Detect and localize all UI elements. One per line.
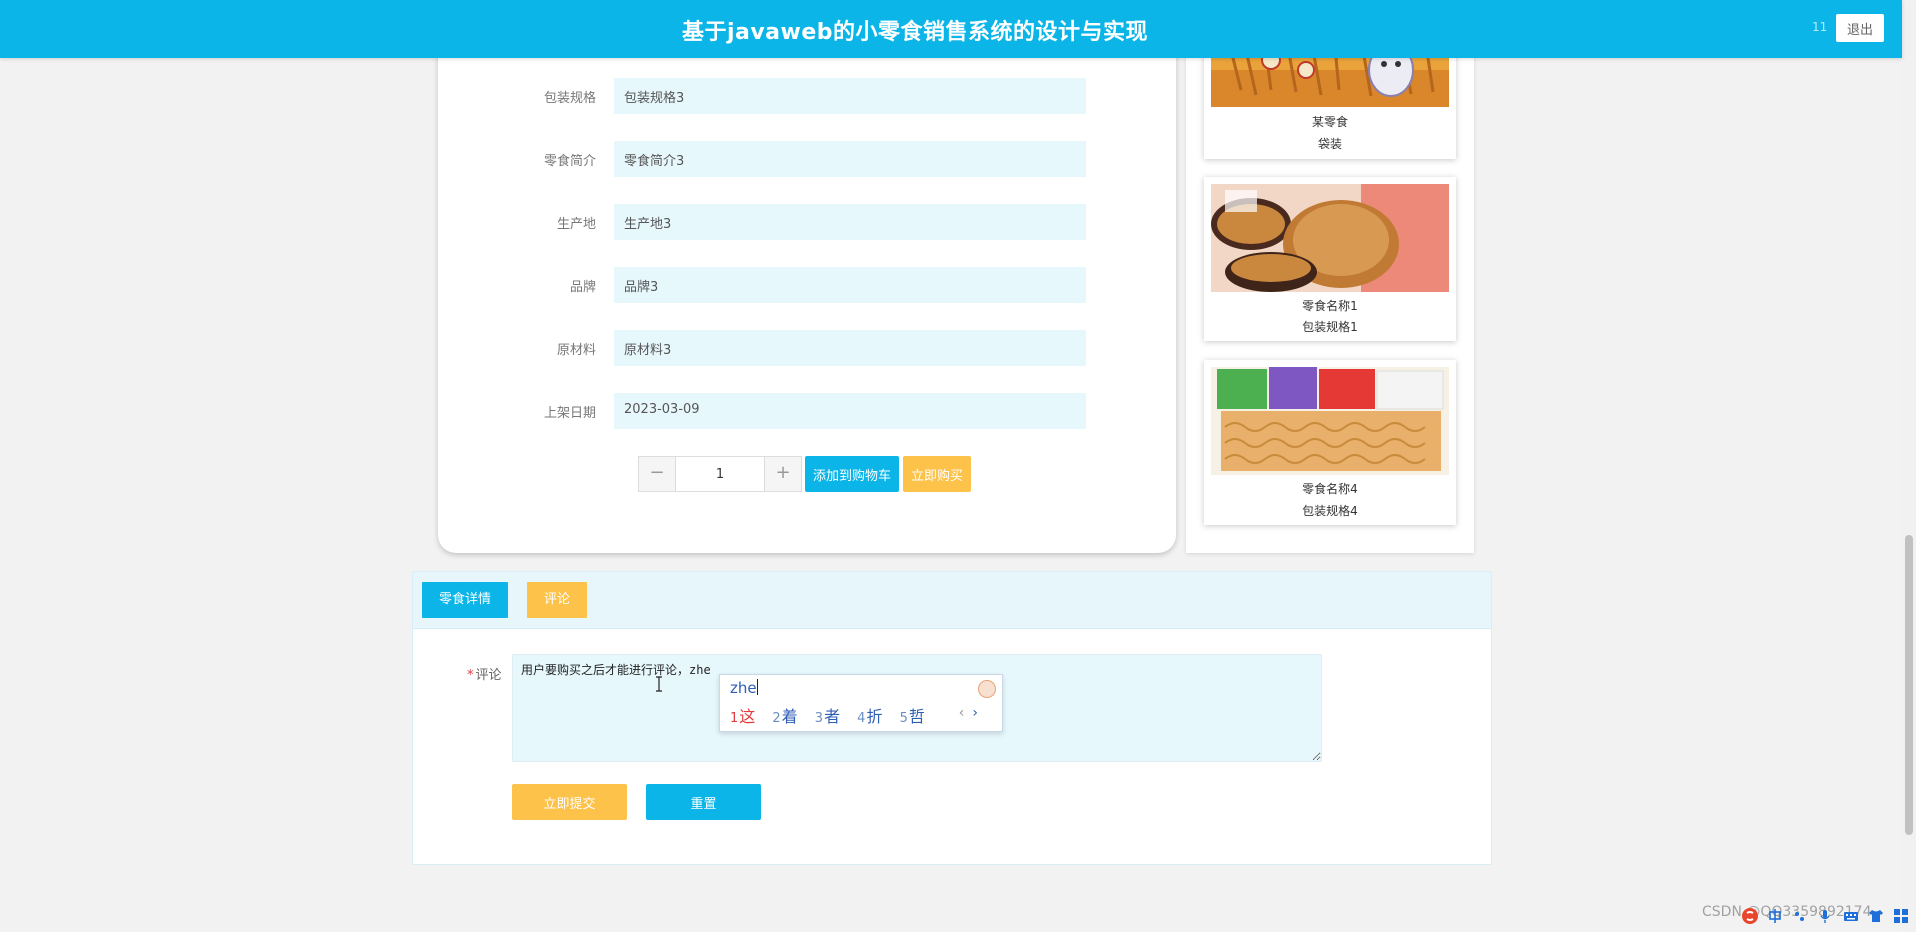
site-title: 基于javaweb的小零食销售系统的设计与实现 [681,20,1149,45]
product-detail-card: 包装规格 包装规格3 零食简介 零食简介3 生产地 生产地3 品牌 品牌3 原材… [438,0,1176,553]
field-row-package-spec: 包装规格 包装规格3 [438,78,1176,114]
ime-caret [756,679,758,695]
field-row-ingredients: 原材料 原材料3 [438,330,1176,366]
required-mark: * [467,668,474,683]
ime-candidate-char: 着 [781,707,798,726]
recommendation-spec: 袋装 [1317,137,1342,151]
field-value[interactable]: 生产地3 [614,204,1086,240]
ime-candidate-window: zhe 1这 2着 3者 4折 5哲 ‹ › [719,674,1003,732]
ime-candidate-number: 2 [772,711,781,726]
ime-candidate[interactable]: 5哲 [900,703,925,727]
field-label: 零食简介 [543,154,596,169]
sogou-logo-icon[interactable] [1742,908,1758,924]
recommendation-card[interactable]: 零食名称1 包装规格1 [1204,177,1456,341]
ime-candidate[interactable]: 2着 [772,703,797,727]
top-header: 基于javaweb的小零食销售系统的设计与实现 11 退出 [0,0,1902,58]
ime-candidate-number: 3 [814,711,824,726]
ime-candidate-number: 5 [899,711,908,726]
product-image-instant-noodle-snack[interactable] [1211,367,1449,475]
field-row-intro: 零食简介 零食简介3 [438,141,1176,177]
chinese-mode-icon[interactable] [1767,908,1783,924]
ime-toolbar [1742,908,1914,930]
ime-candidate-number: 1 [730,711,739,726]
add-to-cart-button[interactable]: 添加到购物车 [805,456,899,492]
ime-pinyin-text: zhe [730,679,757,697]
logout-button[interactable]: 退出 [1836,14,1884,42]
microphone-icon[interactable] [1817,908,1833,924]
product-image-dorayaki[interactable] [1211,184,1449,292]
ime-candidate-char: 哲 [908,707,925,726]
comment-label-text: 评论 [475,668,502,683]
keyboard-icon[interactable] [1843,908,1859,924]
field-row-brand: 品牌 品牌3 [438,267,1176,303]
field-label: 上架日期 [543,406,596,421]
field-row-origin: 生产地 生产地3 [438,204,1176,240]
recommendation-panel: 某零食 袋装 零食名称1 包装规格1 零食名称4 包装规格4 [1186,0,1474,553]
field-value[interactable]: 2023-03-09 [614,393,1086,429]
ime-candidate-char: 这 [739,707,756,726]
text-cursor-icon [656,676,662,692]
field-row-listing-date: 上架日期 2023-03-09 [438,393,1176,429]
toolbox-grid-icon[interactable] [1893,908,1909,924]
ime-candidate-char: 者 [824,707,841,726]
ime-prev-page-icon[interactable]: ‹ [959,705,965,721]
ime-candidate-list: 1这 2着 3者 4折 5哲 [730,703,937,727]
field-label: 原材料 [556,343,596,358]
skin-shirt-icon[interactable] [1868,908,1884,924]
ime-candidate-char: 折 [866,707,883,726]
ime-candidate[interactable]: 3者 [815,703,840,727]
buy-now-button[interactable]: 立即购买 [903,456,971,492]
field-label: 包装规格 [543,91,596,106]
reset-button[interactable]: 重置 [646,784,761,820]
tab-comments[interactable]: 评论 [527,582,587,618]
username-label[interactable]: 11 [1812,20,1827,34]
comment-label: * 评论 [467,664,502,683]
recommendation-name[interactable]: 零食名称1 [1204,297,1456,314]
punctuation-icon[interactable] [1792,908,1808,924]
quantity-increase-button[interactable]: + [764,457,801,491]
ime-skin-icon[interactable] [978,680,996,698]
ime-candidate[interactable]: 4折 [857,703,882,727]
quantity-decrease-button[interactable]: − [639,457,676,491]
field-value[interactable]: 原材料3 [614,330,1086,366]
recommendation-spec: 包装规格4 [1302,504,1358,518]
recommendation-card[interactable]: 零食名称4 包装规格4 [1204,360,1456,525]
recommendation-spec: 包装规格1 [1302,320,1358,334]
field-value[interactable]: 包装规格3 [614,78,1086,114]
submit-comment-button[interactable]: 立即提交 [512,784,627,820]
page-scrollbar-thumb[interactable] [1905,535,1913,835]
tabs-bar: 零食详情 评论 [413,572,1491,629]
field-value[interactable]: 零食简介3 [614,141,1086,177]
field-label: 生产地 [556,217,596,232]
ime-candidate[interactable]: 1这 [730,703,755,727]
ime-page-nav: ‹ › [959,705,978,721]
field-label: 品牌 [569,280,596,295]
field-value[interactable]: 品牌3 [614,267,1086,303]
ime-next-page-icon[interactable]: › [972,705,978,721]
recommendation-name[interactable]: 某零食 [1204,113,1456,130]
recommendation-name[interactable]: 零食名称4 [1204,480,1456,497]
ime-pinyin-composition: zhe [730,679,758,697]
quantity-input[interactable] [676,457,764,491]
quantity-stepper: − + [638,456,802,492]
tab-snack-details[interactable]: 零食详情 [422,582,508,618]
ime-candidate-number: 4 [857,711,866,726]
